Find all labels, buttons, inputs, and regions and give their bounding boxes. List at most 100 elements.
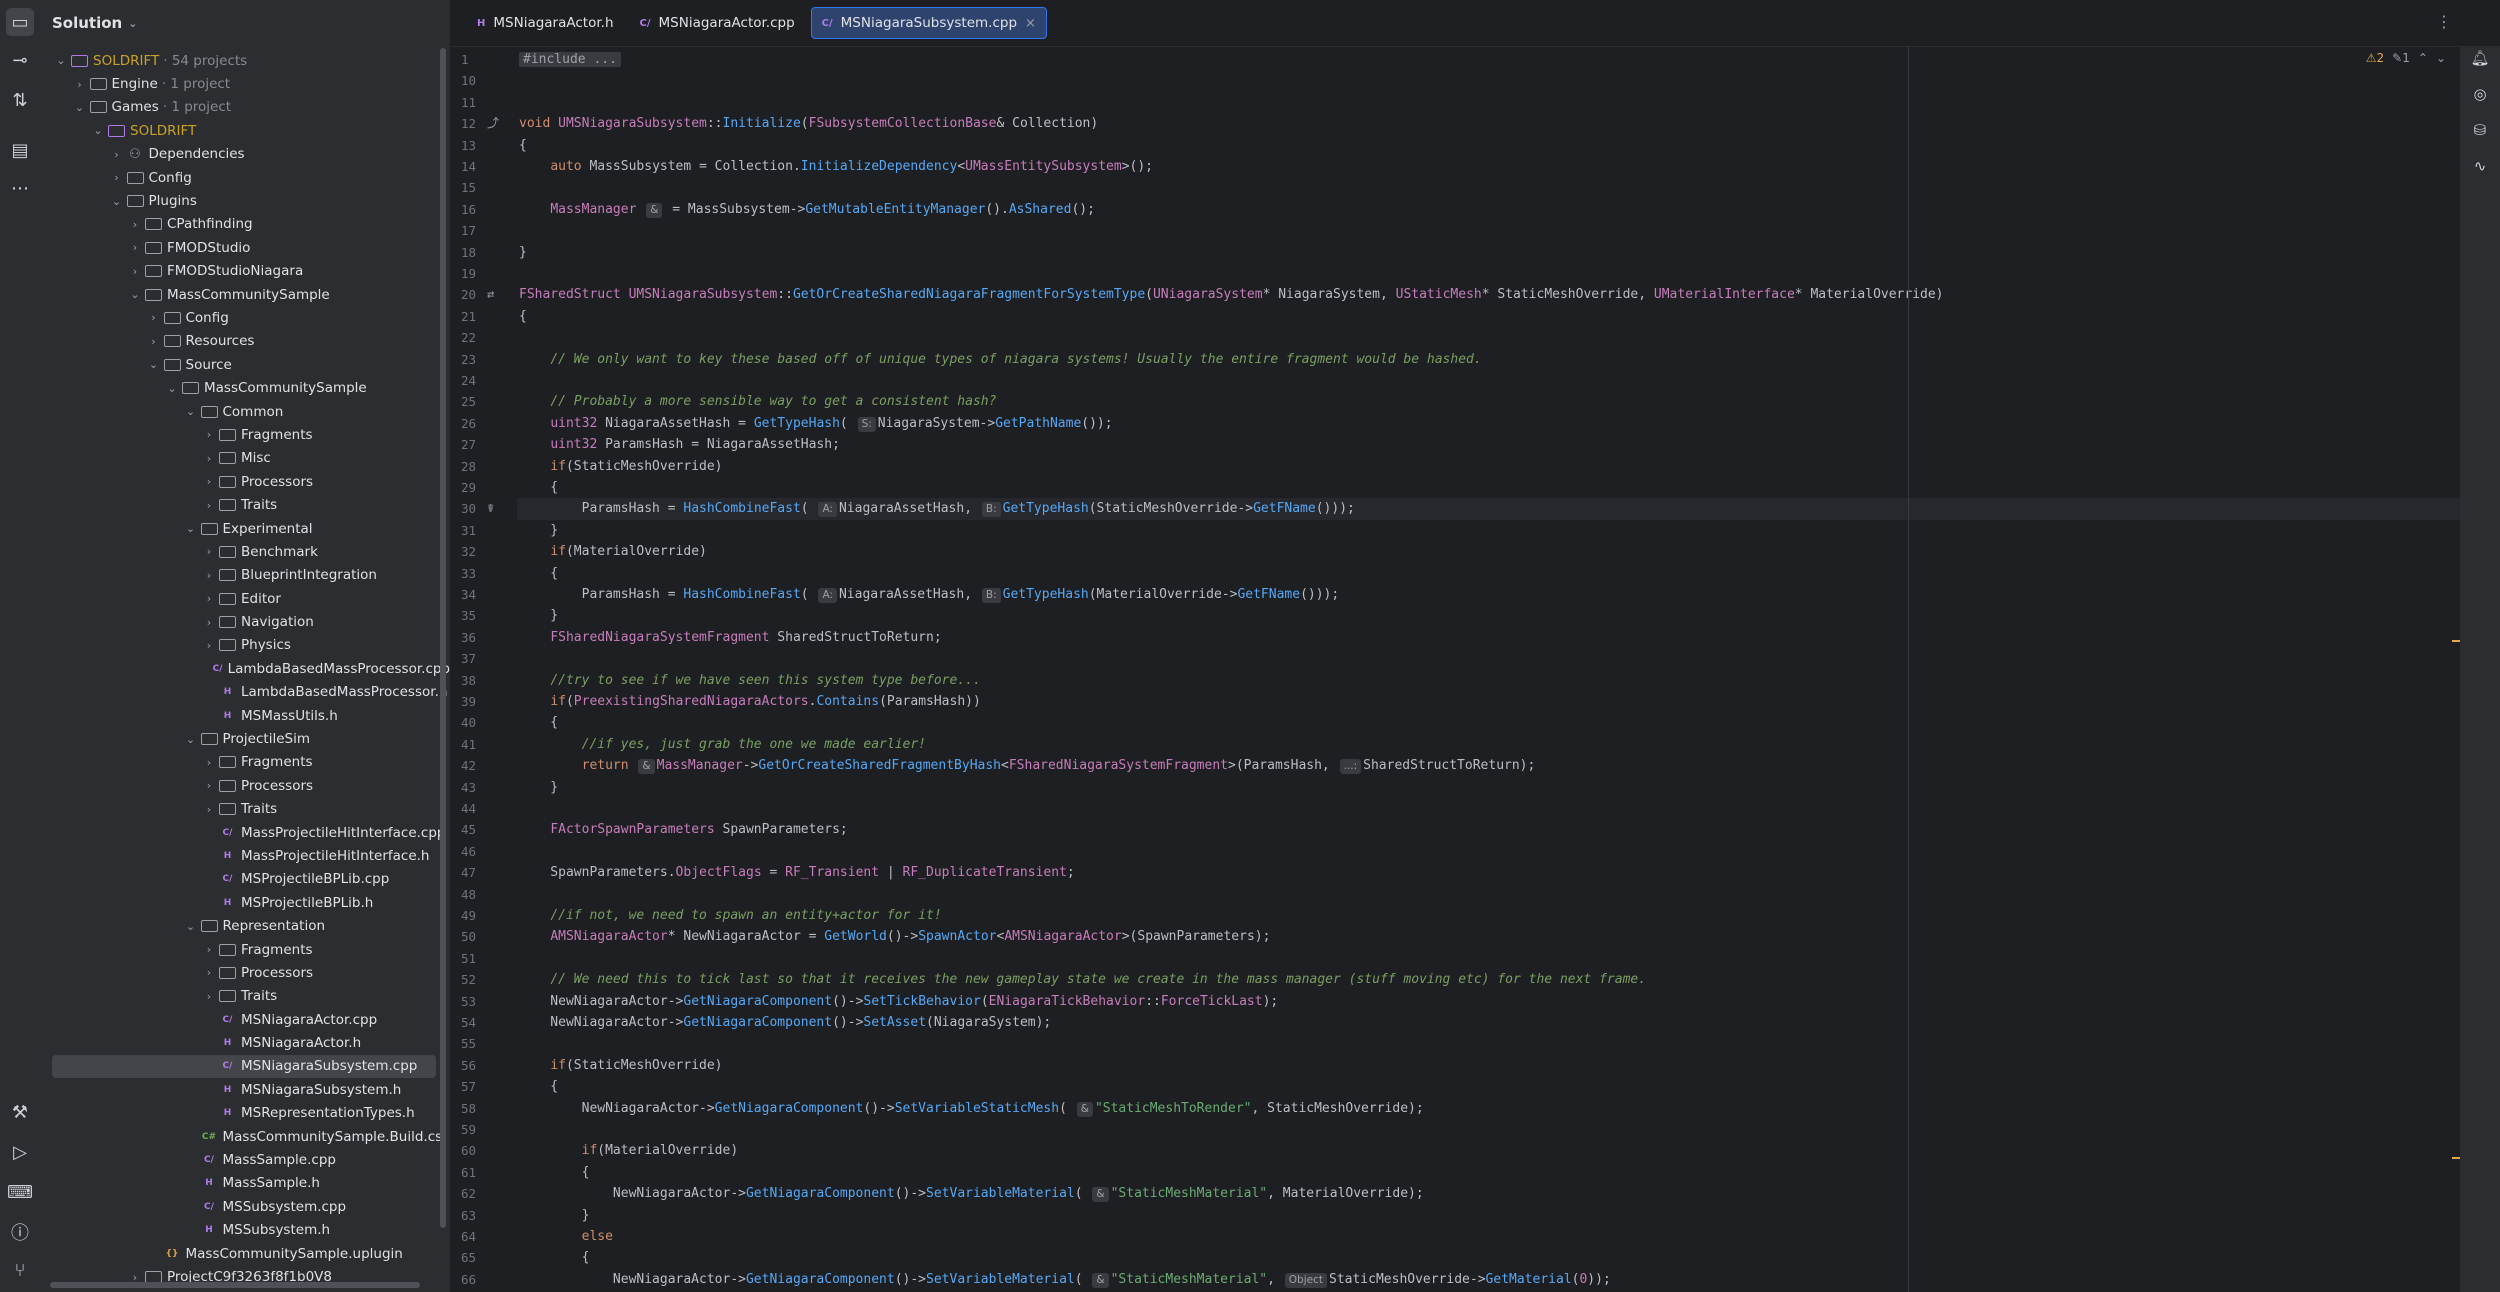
tree-item[interactable]: {} MassCommunitySample.uplugin — [40, 1242, 450, 1265]
tree-item[interactable]: H MSRepresentationTypes.h — [40, 1102, 450, 1125]
previous-problem-icon[interactable]: ⌃ — [2418, 51, 2428, 65]
code-line[interactable]: FSharedStruct UMSNiagaraSubsystem::GetOr… — [517, 284, 2460, 305]
chevron-down-icon[interactable]: ⌄ — [147, 358, 161, 371]
inspection-widget[interactable]: ⚠2 ✎1 ⌃ ⌄ — [2366, 51, 2446, 65]
ai-assistant-icon[interactable]: ◎ — [2468, 82, 2492, 106]
tree-item[interactable]: › BlueprintIntegration — [40, 564, 450, 587]
chevron-down-icon[interactable]: ⌄ — [128, 288, 142, 301]
code-line[interactable]: { — [517, 1247, 2460, 1268]
code-line[interactable]: void UMSNiagaraSubsystem::Initialize(FSu… — [517, 113, 2460, 134]
navigate-icon[interactable]: ⇄ — [487, 284, 494, 305]
chevron-right-icon[interactable]: › — [202, 592, 216, 605]
tree-item[interactable]: ⌄ MassCommunitySample — [40, 376, 450, 399]
code-line[interactable]: { — [517, 135, 2460, 156]
code-line[interactable] — [517, 177, 2460, 198]
code-line[interactable] — [517, 841, 2460, 862]
tree-item[interactable]: C/MassProjectileHitInterface.cpp — [40, 821, 450, 844]
code-line[interactable]: MassManager & = MassSubsystem->GetMutabl… — [517, 199, 2460, 220]
editor-tab[interactable]: H MSNiagaraActor.h — [467, 8, 624, 38]
code-line[interactable]: // We need this to tick last so that it … — [517, 969, 2460, 990]
chevron-right-icon[interactable]: › — [202, 779, 216, 792]
tree-item[interactable]: › Benchmark — [40, 540, 450, 563]
code-line[interactable]: } — [517, 1205, 2460, 1226]
tree-item[interactable]: ⌄ Games · 1 project — [40, 96, 450, 119]
tree-item[interactable]: › Resources — [40, 330, 450, 353]
tree-item[interactable]: ⌄ SOLDRIFT — [40, 119, 450, 142]
chevron-down-icon[interactable]: ⌄ — [91, 124, 105, 137]
code-line[interactable]: if(StaticMeshOverride) — [517, 456, 2460, 477]
code-line[interactable]: } — [517, 242, 2460, 263]
code-line[interactable]: if(MaterialOverride) — [517, 541, 2460, 562]
code-line[interactable]: NewNiagaraActor->GetNiagaraComponent()->… — [517, 1269, 2460, 1290]
code-line[interactable] — [517, 370, 2460, 391]
tree-item[interactable]: C# MassCommunitySample.Build.cs — [40, 1125, 450, 1148]
chevron-right-icon[interactable]: › — [128, 265, 142, 278]
tree-item[interactable]: › CPathfinding — [40, 213, 450, 236]
chevron-right-icon[interactable]: › — [202, 428, 216, 441]
chevron-right-icon[interactable]: › — [128, 241, 142, 254]
code-line[interactable]: uint32 NiagaraAssetHash = GetTypeHash( S… — [517, 413, 2460, 434]
chevron-right-icon[interactable]: › — [202, 756, 216, 769]
code-line[interactable] — [517, 70, 2460, 91]
chevron-right-icon[interactable]: › — [202, 943, 216, 956]
code-line[interactable] — [517, 327, 2460, 348]
code-line[interactable]: NewNiagaraActor->GetNiagaraComponent()->… — [517, 1012, 2460, 1033]
chevron-down-icon[interactable]: ⌄ — [73, 101, 87, 114]
code-line[interactable]: FSharedNiagaraSystemFragment SharedStruc… — [517, 627, 2460, 648]
git-icon[interactable]: ⑂ — [6, 1256, 34, 1284]
chevron-down-icon[interactable]: ⌄ — [110, 195, 124, 208]
tree-item[interactable]: › Processors — [40, 961, 450, 984]
tree-item[interactable]: ⌄ Source — [40, 353, 450, 376]
code-line[interactable]: { — [517, 712, 2460, 733]
tree-item[interactable]: › FMODStudioNiagara — [40, 260, 450, 283]
code-line[interactable]: ParamsHash = HashCombineFast( A: NiagaraA… — [517, 498, 2460, 520]
tree-item[interactable]: › Fragments — [40, 751, 450, 774]
tree-item[interactable]: › Fragments — [40, 423, 450, 446]
code-line[interactable] — [517, 798, 2460, 819]
chevron-down-icon[interactable]: ⌄ — [54, 54, 68, 67]
chevron-right-icon[interactable]: › — [202, 569, 216, 582]
chevron-right-icon[interactable]: › — [202, 452, 216, 465]
code-line[interactable] — [517, 948, 2460, 969]
code-line[interactable]: } — [517, 777, 2460, 798]
code-line[interactable]: //if yes, just grab the one we made earl… — [517, 734, 2460, 755]
warning-marker[interactable] — [2452, 640, 2460, 642]
code-line[interactable]: } — [517, 605, 2460, 626]
code-line[interactable]: { — [517, 1076, 2460, 1097]
folded-region[interactable]: #include ... — [519, 52, 621, 67]
project-folder-icon[interactable]: ▭ — [6, 8, 34, 36]
pull-request-icon[interactable]: ⇅ — [6, 86, 34, 114]
code-line[interactable] — [517, 1033, 2460, 1054]
chevron-down-icon[interactable]: ⌄ — [184, 405, 198, 418]
tree-item[interactable]: › Config — [40, 166, 450, 189]
tree-item[interactable]: ⌄ ProjectileSim — [40, 727, 450, 750]
editor-scrollbar-markers[interactable] — [2452, 67, 2460, 1267]
chevron-right-icon[interactable]: › — [147, 311, 161, 324]
code-line[interactable]: NewNiagaraActor->GetNiagaraComponent()->… — [517, 1098, 2460, 1119]
code-line[interactable]: if(StaticMeshOverride) — [517, 1055, 2460, 1076]
tree-item[interactable]: C/MassSample.cpp — [40, 1148, 450, 1171]
code-line[interactable] — [517, 263, 2460, 284]
tree-item[interactable]: ⌄ SOLDRIFT · 54 projects — [40, 49, 450, 72]
code-line[interactable]: // Probably a more sensible way to get a… — [517, 391, 2460, 412]
tree-item[interactable]: › FMODStudio — [40, 236, 450, 259]
chevron-right-icon[interactable]: › — [202, 990, 216, 1003]
tree-item[interactable]: › Fragments — [40, 938, 450, 961]
chevron-down-icon[interactable]: ⌄ — [165, 382, 179, 395]
tree-item[interactable]: ⌄ MassCommunitySample — [40, 283, 450, 306]
tree-item[interactable]: › Engine · 1 project — [40, 72, 450, 95]
code-line[interactable]: } — [517, 520, 2460, 541]
tree-item[interactable]: › Physics — [40, 634, 450, 657]
code-line[interactable]: if(MaterialOverride) — [517, 1140, 2460, 1161]
tree-item[interactable]: C/MSNiagaraActor.cpp — [40, 1008, 450, 1031]
code-line[interactable]: SpawnParameters.ObjectFlags = RF_Transie… — [517, 862, 2460, 883]
tree-item[interactable]: ⌄ Experimental — [40, 517, 450, 540]
tree-item[interactable]: H MassProjectileHitInterface.h — [40, 844, 450, 867]
code-line[interactable] — [517, 220, 2460, 241]
structure-icon[interactable]: ▤ — [6, 136, 34, 164]
code-line[interactable]: ParamsHash = HashCombineFast( A: NiagaraA… — [517, 584, 2460, 605]
code-line[interactable]: FActorSpawnParameters SpawnParameters; — [517, 819, 2460, 840]
code-line[interactable]: #include ... — [517, 49, 2460, 70]
run-icon[interactable]: ▷ — [6, 1138, 34, 1166]
code-line[interactable]: { — [517, 1162, 2460, 1183]
